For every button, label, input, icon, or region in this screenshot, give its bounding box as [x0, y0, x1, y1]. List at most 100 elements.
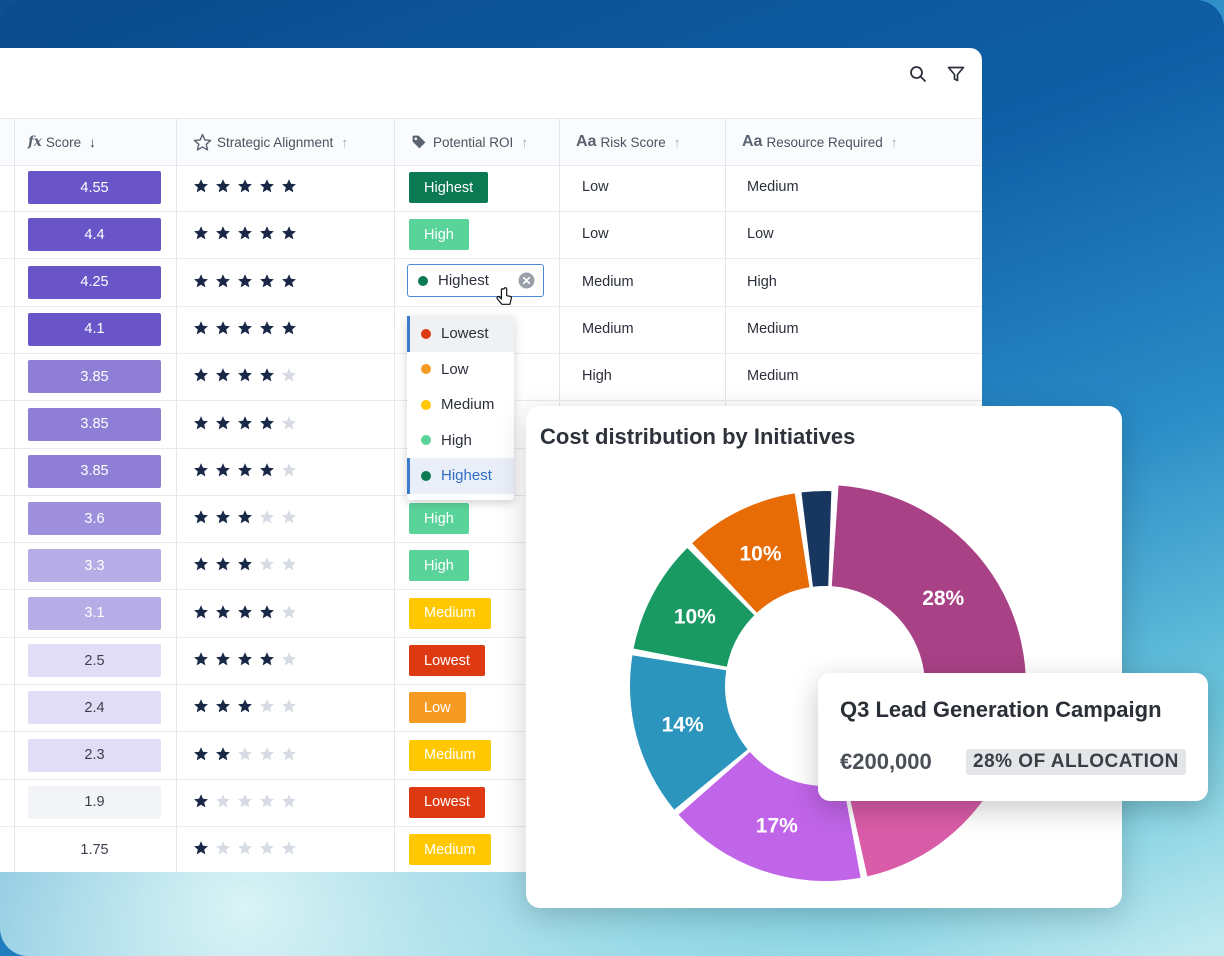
- star-filled-icon[interactable]: [237, 415, 253, 431]
- column-header-score[interactable]: fx Score ↓: [28, 119, 96, 165]
- star-empty-icon[interactable]: [281, 604, 297, 620]
- risk-score-cell[interactable]: Low: [582, 226, 609, 242]
- filter-icon[interactable]: [946, 64, 966, 84]
- star-filled-icon[interactable]: [237, 225, 253, 241]
- star-filled-icon[interactable]: [259, 178, 275, 194]
- star-filled-icon[interactable]: [259, 320, 275, 336]
- star-filled-icon[interactable]: [193, 178, 209, 194]
- strategic-alignment-rating[interactable]: [193, 415, 297, 431]
- score-cell[interactable]: 3.3: [28, 549, 161, 583]
- roi-badge[interactable]: Medium: [409, 739, 491, 771]
- strategic-alignment-rating[interactable]: [193, 462, 297, 478]
- star-filled-icon[interactable]: [281, 320, 297, 336]
- score-cell[interactable]: 3.85: [28, 407, 161, 441]
- score-cell[interactable]: 3.85: [28, 360, 161, 394]
- score-cell[interactable]: 1.9: [28, 785, 161, 819]
- star-filled-icon[interactable]: [237, 509, 253, 525]
- star-empty-icon[interactable]: [281, 556, 297, 572]
- star-empty-icon[interactable]: [281, 746, 297, 762]
- star-empty-icon[interactable]: [259, 793, 275, 809]
- roi-badge[interactable]: Low: [409, 692, 466, 724]
- star-filled-icon[interactable]: [281, 178, 297, 194]
- strategic-alignment-rating[interactable]: [193, 225, 297, 241]
- star-filled-icon[interactable]: [215, 556, 231, 572]
- strategic-alignment-rating[interactable]: [193, 698, 297, 714]
- star-empty-icon[interactable]: [281, 651, 297, 667]
- star-empty-icon[interactable]: [281, 840, 297, 856]
- risk-score-cell[interactable]: Medium: [582, 321, 634, 337]
- sort-asc-icon[interactable]: ↑: [341, 135, 348, 150]
- search-icon[interactable]: [908, 64, 928, 84]
- star-filled-icon[interactable]: [215, 415, 231, 431]
- star-filled-icon[interactable]: [259, 604, 275, 620]
- star-filled-icon[interactable]: [237, 273, 253, 289]
- risk-score-cell[interactable]: Low: [582, 179, 609, 195]
- star-filled-icon[interactable]: [193, 793, 209, 809]
- strategic-alignment-rating[interactable]: [193, 604, 297, 620]
- star-empty-icon[interactable]: [215, 793, 231, 809]
- table-row[interactable]: 4.55 Highest Low Medium: [0, 164, 982, 212]
- score-cell[interactable]: 3.1: [28, 596, 161, 630]
- strategic-alignment-rating[interactable]: [193, 556, 297, 572]
- roi-badge[interactable]: Lowest: [409, 645, 485, 676]
- star-filled-icon[interactable]: [193, 509, 209, 525]
- star-empty-icon[interactable]: [281, 415, 297, 431]
- star-filled-icon[interactable]: [193, 556, 209, 572]
- star-filled-icon[interactable]: [259, 651, 275, 667]
- roi-badge[interactable]: Highest: [409, 172, 489, 203]
- star-empty-icon[interactable]: [237, 840, 253, 856]
- star-empty-icon[interactable]: [259, 840, 275, 856]
- strategic-alignment-rating[interactable]: [193, 509, 297, 525]
- dropdown-option-lowest[interactable]: Lowest: [407, 316, 514, 352]
- star-filled-icon[interactable]: [193, 367, 209, 383]
- star-filled-icon[interactable]: [237, 367, 253, 383]
- roi-badge[interactable]: Medium: [409, 597, 491, 629]
- score-cell[interactable]: 4.4: [28, 218, 161, 252]
- star-filled-icon[interactable]: [259, 462, 275, 478]
- star-filled-icon[interactable]: [215, 746, 231, 762]
- star-filled-icon[interactable]: [215, 273, 231, 289]
- score-cell[interactable]: 2.3: [28, 738, 161, 772]
- roi-editor-input[interactable]: Highest: [407, 264, 544, 305]
- strategic-alignment-rating[interactable]: [193, 367, 297, 383]
- star-filled-icon[interactable]: [193, 273, 209, 289]
- star-filled-icon[interactable]: [237, 651, 253, 667]
- resource-required-cell[interactable]: Low: [747, 226, 774, 242]
- star-empty-icon[interactable]: [237, 746, 253, 762]
- sort-asc-icon[interactable]: ↑: [891, 135, 898, 150]
- dropdown-option-medium[interactable]: Medium: [407, 387, 514, 423]
- star-filled-icon[interactable]: [259, 225, 275, 241]
- star-empty-icon[interactable]: [259, 509, 275, 525]
- star-filled-icon[interactable]: [193, 462, 209, 478]
- risk-score-cell[interactable]: Medium: [582, 274, 634, 290]
- strategic-alignment-rating[interactable]: [193, 651, 297, 667]
- star-filled-icon[interactable]: [237, 556, 253, 572]
- star-filled-icon[interactable]: [193, 698, 209, 714]
- star-filled-icon[interactable]: [281, 225, 297, 241]
- roi-badge[interactable]: Medium: [409, 834, 491, 866]
- roi-badge[interactable]: Lowest: [409, 786, 485, 818]
- star-empty-icon[interactable]: [281, 367, 297, 383]
- star-empty-icon[interactable]: [281, 793, 297, 809]
- sort-desc-icon[interactable]: ↓: [89, 135, 96, 150]
- star-filled-icon[interactable]: [237, 320, 253, 336]
- sort-asc-icon[interactable]: ↑: [521, 135, 528, 150]
- score-cell[interactable]: 4.25: [28, 265, 161, 299]
- star-empty-icon[interactable]: [237, 793, 253, 809]
- star-empty-icon[interactable]: [259, 698, 275, 714]
- score-cell[interactable]: 2.4: [28, 691, 161, 725]
- star-filled-icon[interactable]: [259, 415, 275, 431]
- strategic-alignment-rating[interactable]: [193, 746, 297, 762]
- star-filled-icon[interactable]: [215, 698, 231, 714]
- star-empty-icon[interactable]: [281, 698, 297, 714]
- clear-icon[interactable]: [518, 272, 535, 289]
- column-header-roi[interactable]: Potential ROI ↑: [411, 119, 528, 165]
- score-cell[interactable]: 3.6: [28, 502, 161, 536]
- score-cell[interactable]: 4.1: [28, 312, 161, 346]
- star-filled-icon[interactable]: [193, 320, 209, 336]
- sort-asc-icon[interactable]: ↑: [674, 135, 681, 150]
- star-empty-icon[interactable]: [215, 840, 231, 856]
- star-filled-icon[interactable]: [193, 746, 209, 762]
- star-filled-icon[interactable]: [215, 367, 231, 383]
- column-header-resource[interactable]: Aa Resource Required ↑: [742, 119, 898, 165]
